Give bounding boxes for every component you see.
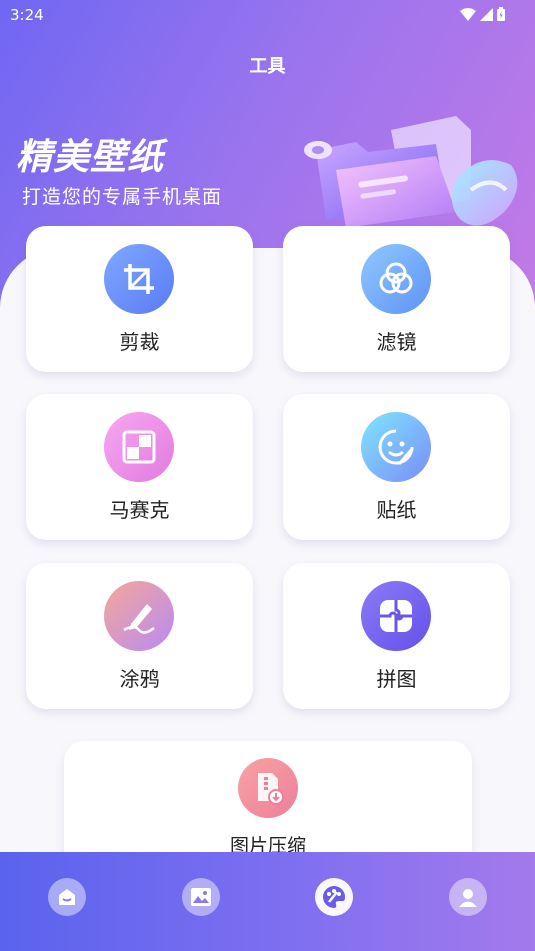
sticker-icon: [361, 412, 431, 482]
home-icon: [59, 889, 75, 905]
status-time: 3:24: [10, 6, 44, 24]
tool-card-doodle[interactable]: 涂鸦: [26, 563, 253, 709]
battery-icon: [497, 7, 505, 21]
tool-card-filter[interactable]: 滤镜: [283, 226, 510, 372]
signal-icon: [480, 7, 493, 21]
banner-title: 精美壁纸: [16, 137, 165, 178]
tool-label: 贴纸: [376, 498, 417, 522]
compress-icon: [238, 758, 298, 818]
bottom-navigation: [0, 852, 535, 951]
nav-profile[interactable]: [449, 878, 487, 916]
puzzle-icon: [361, 581, 431, 651]
filter-icon: [361, 244, 431, 314]
tool-card-sticker[interactable]: 贴纸: [283, 394, 510, 540]
nav-tools[interactable]: [315, 878, 353, 916]
banner-subtitle: 打造您的专属手机桌面: [22, 186, 223, 208]
status-icons: [460, 7, 505, 21]
page-title: 工具: [249, 56, 286, 77]
palette-icon: [323, 886, 345, 908]
tool-card-crop[interactable]: 剪裁: [26, 226, 253, 372]
nav-home[interactable]: [48, 878, 86, 916]
tool-label: 滤镜: [376, 330, 417, 354]
tool-card-puzzle[interactable]: 拼图: [283, 563, 510, 709]
tool-label: 马赛克: [109, 498, 170, 522]
status-bar: 3:24: [0, 0, 535, 30]
wifi-icon: [460, 7, 476, 21]
doodle-icon: [104, 581, 174, 651]
nav-wallpaper[interactable]: [182, 878, 220, 916]
tool-label: 涂鸦: [119, 667, 160, 691]
crop-icon: [104, 244, 174, 314]
image-icon: [191, 888, 211, 906]
mosaic-icon: [104, 412, 174, 482]
user-icon: [459, 889, 477, 907]
tool-label: 剪裁: [119, 330, 160, 354]
tool-card-mosaic[interactable]: 马赛克: [26, 394, 253, 540]
tool-label: 拼图: [376, 667, 417, 691]
